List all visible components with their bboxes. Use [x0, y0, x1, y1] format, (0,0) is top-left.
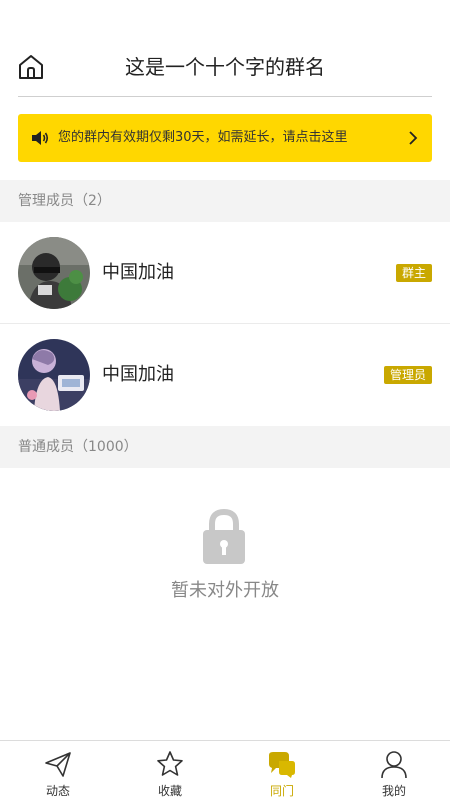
- star-icon: [157, 751, 183, 776]
- avatar: [18, 339, 90, 411]
- member-row[interactable]: 中国加油 管理员: [0, 324, 450, 426]
- tab-favorites[interactable]: 收藏: [114, 741, 226, 800]
- tab-dynamic[interactable]: 动态: [2, 741, 114, 800]
- paper-plane-icon: [45, 752, 71, 777]
- member-name: 中国加油: [102, 262, 174, 283]
- regular-section-header: 普通成员（1000）: [0, 426, 450, 468]
- locked-message: 暂未对外开放: [171, 580, 279, 601]
- chevron-right-icon: [409, 131, 418, 145]
- page-title: 这是一个十个字的群名: [125, 55, 325, 79]
- person-icon: [381, 751, 407, 779]
- expiry-notice-banner[interactable]: 您的群内有效期仅剩30天，如需延长，请点击这里: [18, 114, 432, 162]
- tab-label: 我的: [381, 784, 406, 798]
- member-name: 中国加油: [102, 364, 174, 385]
- role-badge-owner: 群主: [395, 264, 432, 282]
- chat-bubbles-icon: [269, 752, 295, 778]
- member-row[interactable]: 中国加油 群主: [0, 222, 450, 324]
- header-divider: [18, 96, 432, 97]
- locked-placeholder: 暂未对外开放: [0, 508, 450, 618]
- tab-mine[interactable]: 我的: [338, 741, 450, 800]
- speaker-icon: [32, 131, 49, 145]
- header: 这是一个十个字的群名: [0, 0, 450, 96]
- bottom-tab-bar: 动态 收藏 同门 我的: [0, 740, 450, 800]
- tab-classmates[interactable]: 同门: [226, 741, 338, 800]
- role-badge-admin: 管理员: [383, 366, 432, 384]
- lock-icon: [203, 508, 245, 564]
- admins-section-header: 管理成员（2）: [0, 180, 450, 222]
- avatar: [18, 237, 90, 309]
- tab-label: 动态: [45, 784, 70, 798]
- notice-text: 您的群内有效期仅剩30天，如需延长，请点击这里: [58, 130, 348, 145]
- tab-label: 收藏: [157, 784, 182, 798]
- tab-label: 同门: [269, 784, 294, 798]
